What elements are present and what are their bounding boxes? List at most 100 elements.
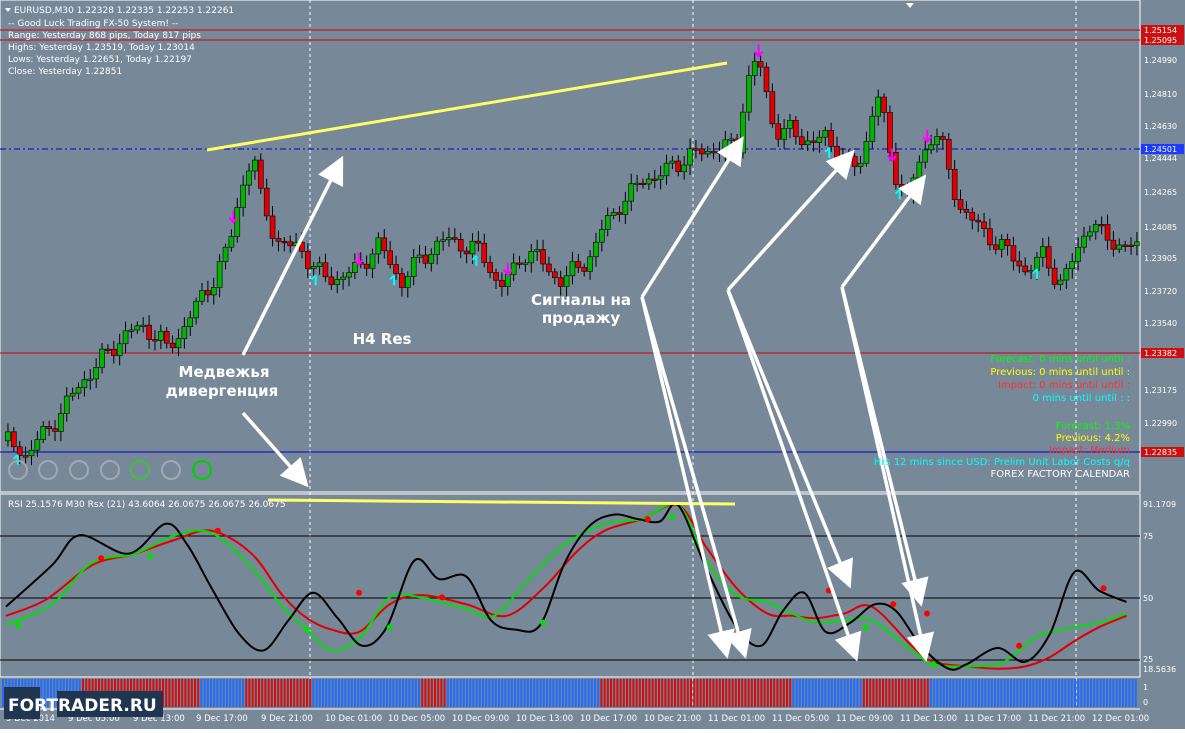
hist-bar-red bbox=[670, 679, 673, 707]
hist-bar-red bbox=[610, 679, 612, 707]
hist-bar-blue bbox=[414, 679, 417, 707]
candle-bear bbox=[1051, 267, 1058, 285]
time-label: 10 Dec 01:00 bbox=[325, 714, 382, 724]
hist-bar-red bbox=[757, 679, 760, 707]
candle-bear bbox=[493, 272, 499, 281]
hist-bar-blue bbox=[1064, 679, 1067, 707]
time-label: 10 Dec 09:00 bbox=[452, 714, 509, 724]
hist-bar-red bbox=[693, 679, 696, 707]
divergence-label-line2: дивергенция bbox=[166, 382, 279, 400]
hist-bar-blue bbox=[958, 679, 961, 707]
hist-bar-red bbox=[434, 679, 436, 707]
hist-bar-blue bbox=[226, 679, 228, 707]
hist-bar-red bbox=[642, 679, 644, 707]
hist-bar-red bbox=[696, 679, 699, 707]
hist-bar-blue bbox=[565, 679, 568, 707]
hist-bar-blue bbox=[987, 679, 990, 707]
hist-bar-blue bbox=[1074, 679, 1076, 707]
hist-bar-red bbox=[866, 679, 868, 707]
candle-bull bbox=[722, 139, 729, 153]
candle-bear bbox=[698, 148, 705, 155]
hist-bar-blue bbox=[472, 679, 475, 707]
candle-bear bbox=[463, 250, 470, 255]
hist-bar-red bbox=[616, 679, 619, 707]
hist-bar-blue bbox=[338, 679, 340, 707]
hist-bar-red bbox=[722, 679, 724, 707]
hist-bar-red bbox=[891, 679, 894, 707]
hist-bar-blue bbox=[853, 679, 856, 707]
candle-bull bbox=[510, 262, 517, 275]
chart-canvas[interactable]: Медвежья дивергенция H4 Res Сигналы на п… bbox=[0, 0, 1185, 729]
hist-bar-blue bbox=[562, 679, 564, 707]
hist-bar-red bbox=[709, 679, 712, 707]
hist-bar-blue bbox=[482, 679, 484, 707]
candle-bull bbox=[316, 262, 323, 267]
hist-bar-red bbox=[296, 679, 299, 707]
candle-bear bbox=[1098, 224, 1105, 227]
hist-bar-red bbox=[715, 679, 718, 707]
hist-bar-red bbox=[731, 679, 734, 707]
hist-bar-blue bbox=[990, 679, 993, 707]
candle-bull bbox=[134, 325, 141, 331]
time-label: 10 Dec 13:00 bbox=[516, 714, 573, 724]
hist-bar-blue bbox=[392, 679, 395, 707]
hist-bar-blue bbox=[229, 679, 232, 707]
candle-bull bbox=[781, 128, 787, 140]
candle-bear bbox=[475, 240, 482, 244]
hist-bar-red bbox=[251, 679, 254, 707]
candle-bull bbox=[716, 151, 723, 154]
candle-bear bbox=[981, 221, 987, 229]
hist-bar-red bbox=[437, 679, 440, 707]
hist-bar-red bbox=[885, 679, 888, 707]
hist-bar-blue bbox=[811, 679, 814, 707]
candle-bull bbox=[228, 236, 235, 248]
candle-bear bbox=[992, 244, 999, 250]
hist-bar-blue bbox=[1106, 679, 1108, 707]
hist-bar-blue bbox=[1032, 679, 1035, 707]
candle-bull bbox=[681, 164, 687, 173]
candle-bull bbox=[1081, 235, 1087, 248]
news-impact: Impact: Medium bbox=[1049, 445, 1130, 456]
time-label: 11 Dec 17:00 bbox=[964, 714, 1021, 724]
hist-bar-blue bbox=[222, 679, 225, 707]
hist-bar-blue bbox=[379, 679, 382, 707]
hist-bar-red bbox=[283, 679, 286, 707]
candle-bull bbox=[216, 261, 223, 288]
hist-bar-blue bbox=[408, 679, 411, 707]
hist-bar-blue bbox=[1058, 679, 1060, 707]
candle-bear bbox=[516, 262, 523, 265]
candle-bull bbox=[751, 61, 758, 76]
candle-bull bbox=[93, 367, 99, 380]
hist-bar-blue bbox=[843, 679, 846, 707]
candle-bear bbox=[275, 238, 282, 242]
hist-axis-0: 0 bbox=[1143, 698, 1148, 707]
candle-bear bbox=[16, 446, 23, 456]
candle-bull bbox=[657, 175, 664, 180]
hist-bar-blue bbox=[818, 679, 820, 707]
candle-bear bbox=[769, 91, 776, 125]
candle-bear bbox=[152, 339, 158, 342]
candle-bull bbox=[804, 140, 811, 146]
candle-bull bbox=[34, 439, 41, 451]
signals-label-line1: Сигналы на bbox=[531, 291, 631, 309]
hist-bar-blue bbox=[488, 679, 491, 707]
hist-bar-blue bbox=[466, 679, 468, 707]
hist-bar-blue bbox=[213, 679, 216, 707]
hist-bar-blue bbox=[571, 679, 574, 707]
candle-bull bbox=[410, 257, 417, 277]
hist-bar-blue bbox=[1131, 679, 1134, 707]
candle-bull bbox=[346, 272, 352, 278]
rsi-axis-bottom: 18.5636 bbox=[1143, 665, 1176, 674]
hist-bar-blue bbox=[203, 679, 206, 707]
hist-bar-blue bbox=[350, 679, 353, 707]
candle-bull bbox=[440, 239, 446, 242]
hist-bar-blue bbox=[1042, 679, 1044, 707]
candle-bear bbox=[1016, 260, 1023, 267]
time-label: 11 Dec 13:00 bbox=[900, 714, 957, 724]
highs-line: Highs: Yesterday 1.23519, Today 1.23014 bbox=[8, 43, 195, 53]
candle-bull bbox=[663, 162, 670, 177]
candle-bull bbox=[75, 387, 82, 394]
hist-bar-red bbox=[638, 679, 641, 707]
hist-bar-blue bbox=[936, 679, 939, 707]
candle-bear bbox=[105, 348, 111, 351]
